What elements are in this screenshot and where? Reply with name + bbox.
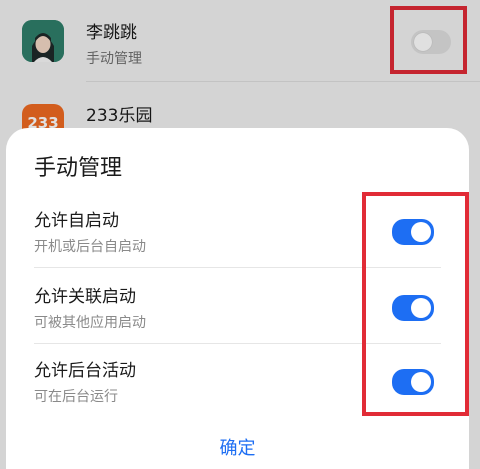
option-description: 可在后台运行 (34, 389, 118, 405)
option-label: 允许自启动 (34, 211, 119, 231)
option-label: 允许关联启动 (34, 287, 136, 307)
option-description: 可被其他应用启动 (34, 315, 146, 331)
dialog-title: 手动管理 (34, 156, 123, 181)
confirm-button[interactable]: 确定 (6, 434, 469, 460)
option-description: 开机或后台自启动 (34, 239, 146, 255)
highlight-box (362, 192, 469, 416)
option-label: 允许后台活动 (34, 361, 136, 381)
